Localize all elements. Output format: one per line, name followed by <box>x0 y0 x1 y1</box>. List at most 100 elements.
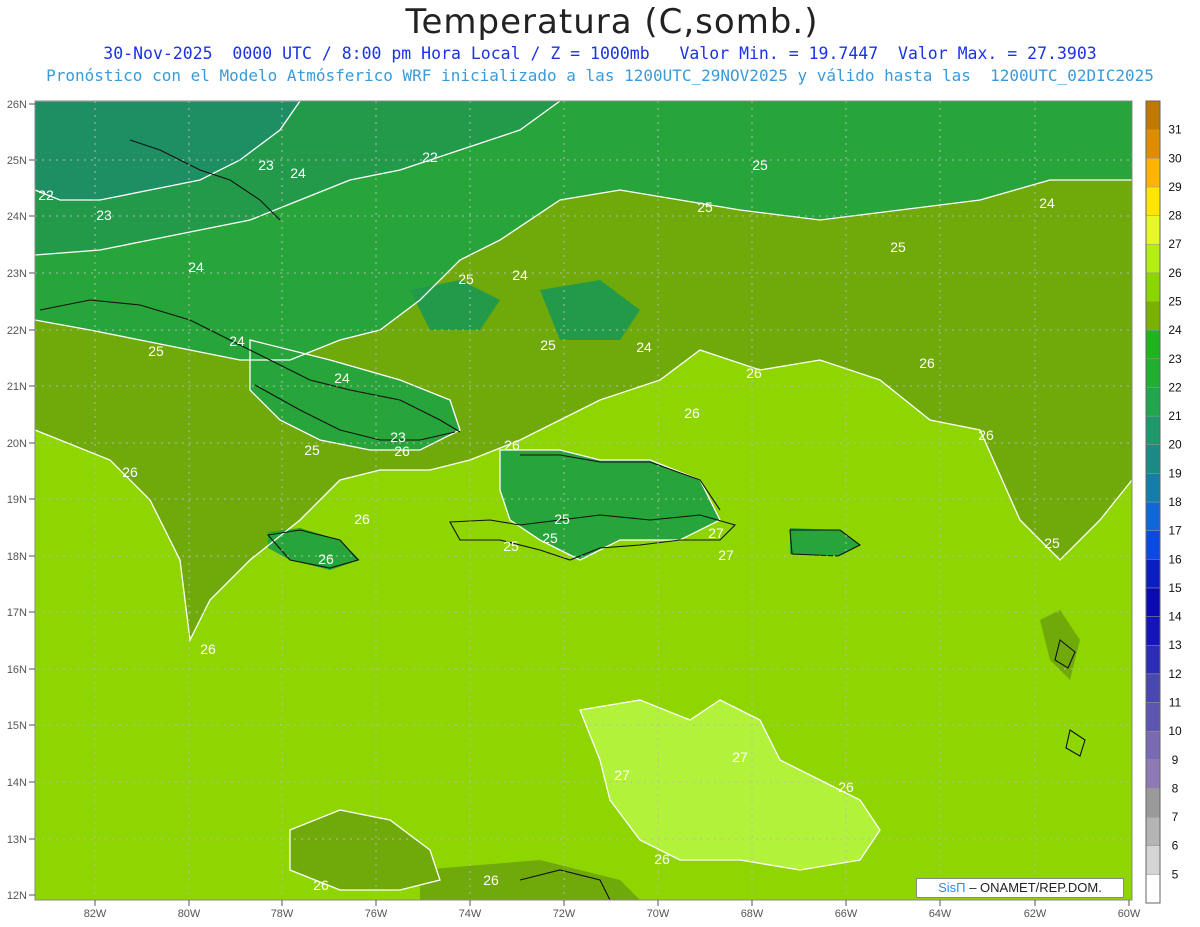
lat-tick-label: 24N <box>7 211 27 223</box>
lon-tick-label: 62W <box>1024 908 1047 920</box>
contour-label: 27 <box>614 767 630 783</box>
contour-label: 26 <box>200 641 216 657</box>
lon-tick-label: 82W <box>84 908 107 920</box>
colorbar-label: 25 <box>1168 295 1182 309</box>
colorbar-label: 10 <box>1168 724 1182 738</box>
lat-tick-label: 23N <box>7 268 27 280</box>
contour-label: 24 <box>636 339 652 355</box>
lat-tick-label: 15N <box>7 720 27 732</box>
colorbar: 5 6 7 8 9 10 11 12 13 14 15 16 17 18 19 20 21 22 23 24 25 26 2… <box>1145 100 1182 904</box>
contour-label: 25 <box>458 271 474 287</box>
lon-tick-label: 70W <box>647 908 670 920</box>
contour-label: 23 <box>258 157 274 173</box>
contour-label: 26 <box>919 355 935 371</box>
colorbar-swatch <box>1145 272 1161 302</box>
longitude-axis: 82W 80W 78W 76W 74W 72W 70W 68W 66W 64W 62W 60W <box>84 900 1141 920</box>
colorbar-swatch <box>1145 329 1161 360</box>
lon-tick-label: 80W <box>178 908 201 920</box>
colorbar-swatch <box>1145 788 1161 818</box>
colorbar-label: 27 <box>1168 237 1182 251</box>
contour-label: 25 <box>554 511 570 527</box>
colorbar-label: 24 <box>1168 323 1182 337</box>
lat-tick-label: 18N <box>7 551 27 563</box>
colorbar-swatch <box>1145 444 1161 474</box>
colorbar-swatch <box>1145 387 1161 417</box>
colorbar-swatch <box>1145 301 1161 331</box>
colorbar-label: 11 <box>1169 696 1182 710</box>
colorbar-swatch <box>1145 702 1161 732</box>
colorbar-swatch <box>1145 100 1161 130</box>
colorbar-swatch <box>1145 559 1161 589</box>
contour-label: 25 <box>304 442 320 458</box>
colorbar-label: 28 <box>1168 209 1182 223</box>
contour-label: 24 <box>290 165 306 181</box>
colorbar-label: 8 <box>1172 781 1179 795</box>
contour-label: 22 <box>422 149 438 165</box>
lon-tick-label: 74W <box>459 908 482 920</box>
lon-tick-label: 68W <box>741 908 764 920</box>
contour-label: 26 <box>354 511 370 527</box>
contour-label: 24 <box>188 259 204 275</box>
colorbar-label: 21 <box>1168 409 1182 423</box>
latitude-axis: 26N 25N 24N 23N 22N 21N 20N 19N 18N 17N 16N 15N 14N 1… <box>7 99 35 902</box>
contour-label: 24 <box>1039 195 1055 211</box>
contour-label: 25 <box>890 239 906 255</box>
colorbar-label: 22 <box>1168 380 1182 394</box>
lat-tick-label: 26N <box>7 99 27 111</box>
contour-label: 27 <box>732 749 748 765</box>
contour-label: 24 <box>512 267 528 283</box>
colorbar-label: 20 <box>1168 438 1182 452</box>
contour-label: 26 <box>318 551 334 567</box>
colorbar-swatch <box>1145 415 1161 445</box>
colorbar-label: 30 <box>1168 151 1182 165</box>
lon-tick-label: 76W <box>365 908 388 920</box>
colorbar-label: 23 <box>1168 352 1182 366</box>
contour-label: 25 <box>503 538 519 554</box>
colorbar-label: 15 <box>1168 581 1182 595</box>
contour-label: 25 <box>542 530 558 546</box>
colorbar-label: 14 <box>1168 610 1182 624</box>
colorbar-label: 13 <box>1168 638 1182 652</box>
lon-tick-label: 60W <box>1118 908 1141 920</box>
lon-tick-label: 66W <box>835 908 858 920</box>
colorbar-swatch <box>1145 616 1161 646</box>
credit-text: – ONAMET/REP.DOM. <box>969 880 1102 895</box>
colorbar-swatch <box>1145 129 1161 159</box>
colorbar-label: 31 <box>1168 123 1182 137</box>
lat-tick-label: 14N <box>7 777 27 789</box>
lon-tick-label: 78W <box>271 908 294 920</box>
colorbar-label: 17 <box>1168 524 1182 538</box>
colorbar-swatch <box>1145 816 1161 846</box>
lon-tick-label: 72W <box>553 908 576 920</box>
lat-tick-label: 16N <box>7 664 27 676</box>
colorbar-swatch <box>1145 730 1161 761</box>
contour-label: 26 <box>504 437 520 453</box>
contour-label: 23 <box>96 207 112 223</box>
lat-tick-label: 17N <box>7 607 27 619</box>
contour-label: 27 <box>708 525 724 541</box>
colorbar-swatch <box>1145 158 1161 188</box>
lat-tick-label: 21N <box>7 381 27 393</box>
temperature-field <box>35 101 1132 900</box>
colorbar-label: 19 <box>1168 466 1182 480</box>
colorbar-swatch <box>1145 243 1161 274</box>
contour-label: 24 <box>229 333 245 349</box>
contour-label: 26 <box>684 405 700 421</box>
colorbar-swatch <box>1145 186 1161 216</box>
lat-tick-label: 22N <box>7 325 27 337</box>
contour-label: 25 <box>752 157 768 173</box>
contour-label: 27 <box>718 547 734 563</box>
contour-label: 22 <box>38 187 54 203</box>
contour-label: 24 <box>334 370 350 386</box>
colorbar-swatch <box>1145 358 1161 388</box>
colorbar-label: 12 <box>1168 667 1182 681</box>
colorbar-label: 7 <box>1172 810 1179 824</box>
colorbar-swatch <box>1145 587 1161 617</box>
colorbar-label: 9 <box>1172 753 1179 767</box>
colorbar-swatch <box>1145 501 1161 531</box>
colorbar-label: 6 <box>1172 839 1179 853</box>
colorbar-swatch <box>1145 673 1161 703</box>
colorbar-swatch <box>1145 215 1161 245</box>
lon-tick-label: 64W <box>929 908 952 920</box>
contour-label: 25 <box>148 343 164 359</box>
